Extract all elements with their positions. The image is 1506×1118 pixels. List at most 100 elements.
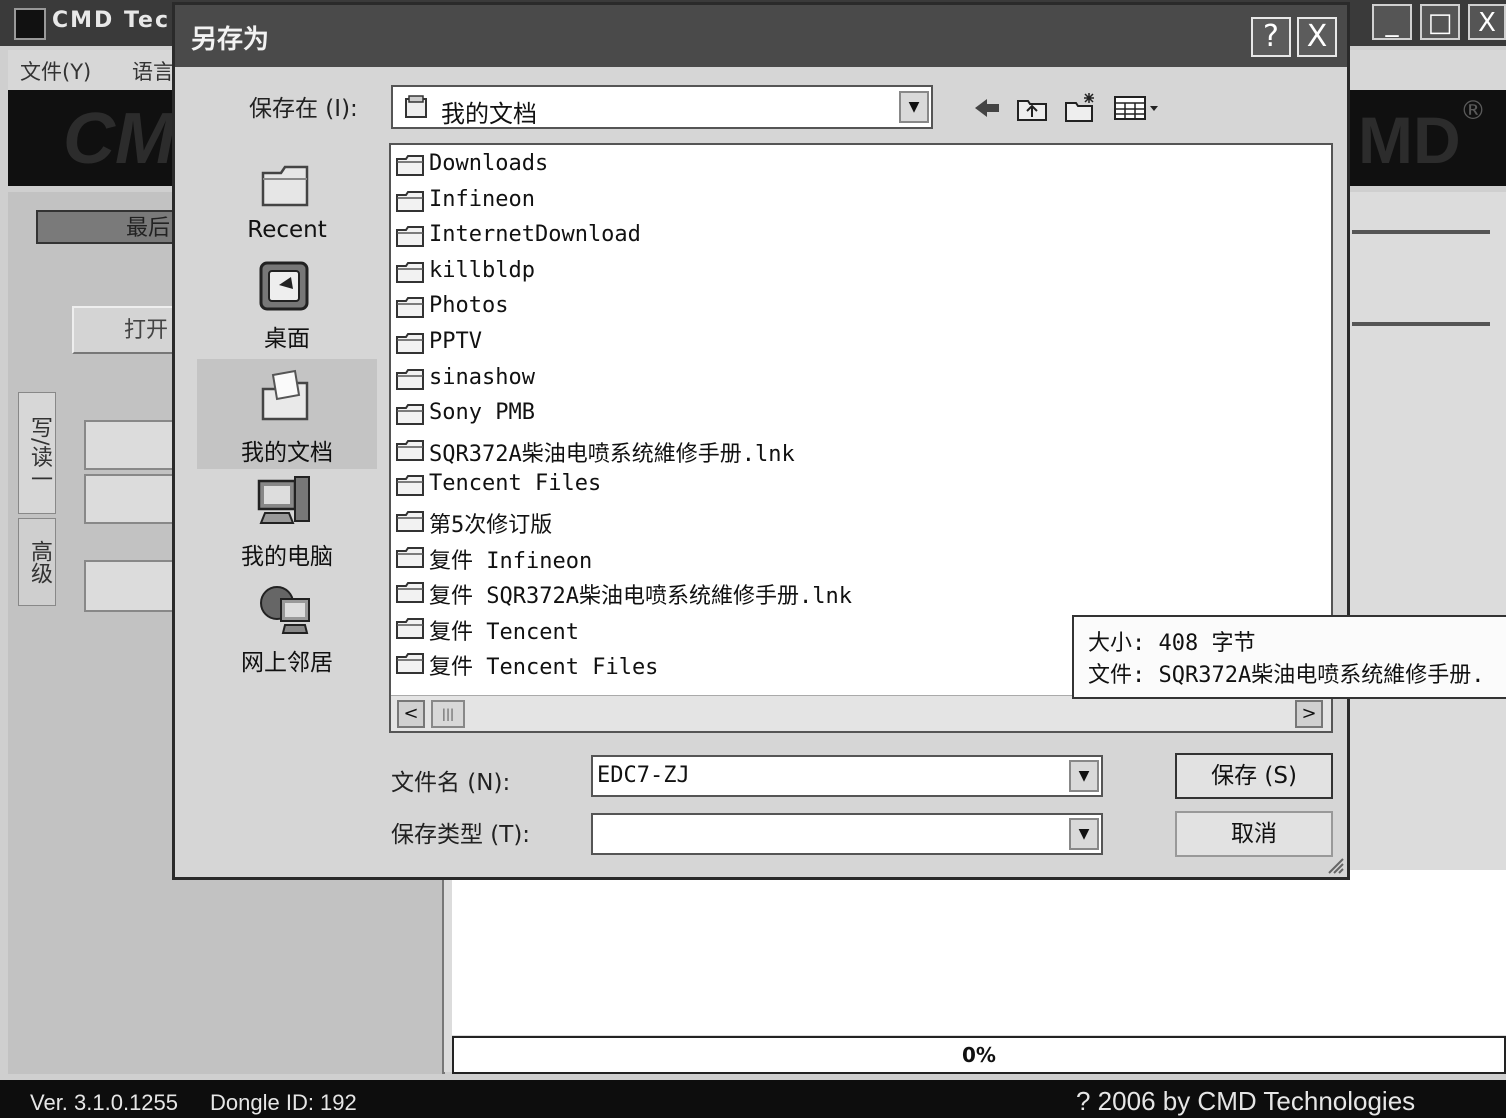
file-name: 复件 Tencent [429,619,579,645]
file-name: InternetDownload [429,222,641,248]
right-divider-line [1352,322,1490,326]
place-recent[interactable]: Recent [197,143,377,247]
folder-icon [396,546,424,568]
minimize-button[interactable]: _ [1372,4,1412,40]
recent-button[interactable]: 最后 [36,210,176,244]
progress-bar: 0% [452,1036,1506,1074]
tooltip-size: 大小: 408 字节 [1088,631,1256,656]
file-name: PPTV [429,329,482,354]
file-list-item[interactable]: 第5次修订版 [395,505,1295,539]
app-icon [14,8,46,40]
folder-icon [396,190,424,212]
scroll-thumb[interactable]: ||| [431,700,465,728]
save-in-value: 我的文档 [441,100,537,128]
folder-icon [396,475,424,497]
place-desktop[interactable]: 桌面 [197,253,377,357]
my-documents-icon [261,369,309,421]
folder-icon [396,297,424,319]
file-list-item[interactable]: SQR372A柴油电喷系统維修手册.lnk [395,434,1295,468]
place-label: 我的电脑 [241,544,333,570]
file-name: Photos [429,293,509,319]
status-copyright: ? 2006 by CMD Technologies [1076,1086,1416,1116]
file-name: SQR372A柴油电喷系统維修手册.lnk [429,441,795,467]
file-list-item[interactable]: Tencent Files [395,469,1295,503]
place-label: 我的文档 [241,440,333,466]
chevron-down-icon[interactable]: ▼ [1069,818,1099,850]
menu-file[interactable]: 文件(Y) [20,56,91,86]
folder-icon [396,226,424,248]
folder-icon [396,333,424,354]
file-list-item[interactable]: PPTV [395,327,1295,361]
place-my-documents[interactable]: 我的文档 [197,359,377,469]
save-as-dialog: 另存为 ? X 保存在 (I): 我的文档 ▼ Recent 桌面 我的文档 我… [172,2,1350,880]
up-folder-icon[interactable] [1015,91,1049,125]
place-label: Recent [247,217,327,243]
file-name: killbldp [429,257,535,283]
banner-registered-mark: ® [1460,96,1486,126]
scroll-left-button[interactable]: < [397,700,425,728]
status-dongle-id: Dongle ID: 192 [210,1090,357,1115]
new-folder-icon[interactable] [1063,91,1097,125]
file-list-item[interactable]: Downloads [395,149,1295,183]
right-divider-line [1352,230,1490,234]
chevron-down-icon[interactable]: ▼ [899,91,929,123]
file-name: Downloads [429,151,549,176]
view-menu-icon[interactable] [1113,91,1161,125]
menu-language[interactable]: 语言 [132,56,174,86]
save-in-label: 保存在 (I): [249,96,358,122]
tooltip-file: 文件: SQR372A柴油电喷系统維修手册. [1088,663,1485,688]
file-name: 复件 Tencent Files [429,655,659,681]
banner-logo-right: MD [1358,103,1461,177]
cancel-button[interactable]: 取消 [1175,811,1333,857]
file-list-item[interactable]: 复件 Infineon [395,541,1295,575]
open-button[interactable]: 打开 [72,306,182,354]
folder-icon [396,155,424,176]
place-my-computer[interactable]: 我的电脑 [197,473,377,577]
banner-logo-left: CM [63,99,175,179]
scroll-right-button[interactable]: > [1295,700,1323,728]
file-list-item[interactable]: Infineon [395,185,1295,219]
file-list-item[interactable]: 复件 SQR372A柴油电喷系统維修手册.lnk [395,576,1295,610]
file-tooltip: 大小: 408 字节 文件: SQR372A柴油电喷系统維修手册. [1072,615,1506,699]
maximize-button[interactable]: □ [1420,4,1460,40]
filetype-dropdown[interactable]: ▼ [591,813,1103,855]
dialog-titlebar: 另存为 ? X [175,5,1347,67]
dialog-close-button[interactable]: X [1297,17,1337,57]
filename-field[interactable]: EDC7-ZJ ▼ [591,755,1103,797]
file-list-item[interactable]: InternetDownload [395,220,1295,254]
save-in-dropdown[interactable]: 我的文档 ▼ [391,85,933,129]
file-list-item[interactable]: sinashow [395,363,1295,397]
file-name: sinashow [429,364,535,390]
my-documents-icon [405,95,427,118]
recent-folder-icon [261,165,309,207]
file-list-item[interactable]: Photos [395,291,1295,325]
filename-value: EDC7-ZJ [597,763,690,788]
file-list-item[interactable]: killbldp [395,256,1295,290]
file-name: Sony PMB [429,400,535,426]
folder-icon [396,653,424,675]
file-name: Tencent Files [429,471,602,497]
folder-icon [396,439,424,461]
file-list-item[interactable]: Sony PMB [395,398,1295,432]
back-icon[interactable] [969,91,1003,125]
my-computer-icon [257,476,310,524]
file-name: 复件 SQR372A柴油电喷系统維修手册.lnk [429,584,852,610]
filename-label: 文件名 (N): [391,770,511,796]
close-button[interactable]: X [1468,4,1506,40]
horizontal-scrollbar[interactable]: < ||| > [391,695,1331,731]
chevron-down-icon[interactable]: ▼ [1069,760,1099,792]
place-network[interactable]: 网上邻居 [197,579,377,683]
folder-icon [396,404,424,426]
log-area [452,870,1506,1035]
place-label: 网上邻居 [241,650,333,676]
resize-grip-icon[interactable] [1325,855,1345,875]
place-label: 桌面 [264,326,310,352]
places-bar: Recent 桌面 我的文档 我的电脑 网上邻居 [197,143,377,703]
tab-advanced[interactable]: 高级 [18,518,56,606]
file-name: 第5次修订版 [429,513,553,538]
save-button[interactable]: 保存 (S) [1175,753,1333,799]
folder-icon [396,261,424,283]
dialog-title: 另存为 [191,25,270,55]
tab-read-write[interactable]: 写/读一 [18,392,56,514]
help-button[interactable]: ? [1251,17,1291,57]
